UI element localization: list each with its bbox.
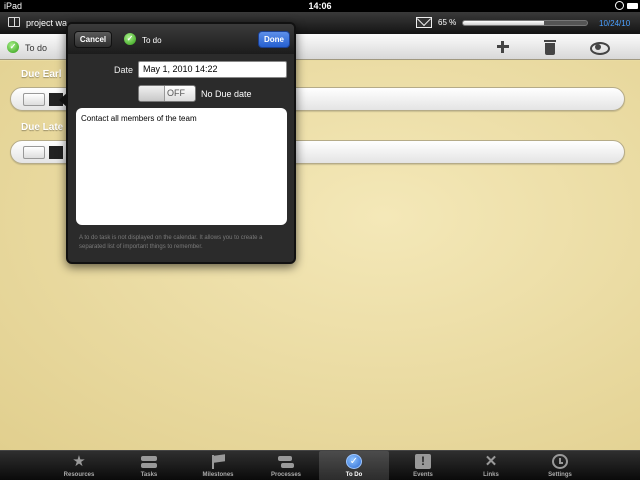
tab-label: Processes [270,472,302,478]
trash-icon[interactable] [541,38,559,56]
project-date[interactable]: 10/24/10 [599,19,630,28]
clock-icon [552,454,568,469]
status-bar: iPad 14:06 [0,0,640,12]
book-icon[interactable] [8,17,20,27]
popover-title: To do [142,36,162,45]
eye-icon[interactable] [589,38,610,56]
tab-bar: ★ Resources Tasks Milestones Processes ✓… [0,450,640,480]
tab-links[interactable]: ✕ Links [456,451,526,480]
add-icon[interactable] [494,38,512,56]
events-icon: ! [415,454,431,469]
todo-checkbox[interactable] [23,146,45,159]
todo-icon: ✓ [346,454,362,469]
star-icon: ★ [72,453,86,470]
no-due-date-label: No Due date [201,89,252,99]
tab-label: Links [483,472,499,478]
no-due-date-toggle[interactable]: OFF [138,85,196,102]
tab-label: Milestones [202,472,234,478]
tab-events[interactable]: ! Events [388,451,458,480]
tasks-icon [141,454,157,469]
tab-resources[interactable]: ★ Resources [44,451,114,480]
todo-edit-popover: Cancel ✓ To do Done Date May 1, 2010 14:… [59,22,296,264]
tab-milestones[interactable]: Milestones [183,451,253,480]
check-icon: ✓ [7,41,19,53]
tab-label: Tasks [140,472,158,478]
section-header-due-earlier: Due Earl [21,69,62,80]
project-title[interactable]: project wa [26,18,67,28]
processes-icon [278,454,294,469]
flag-icon [210,454,226,469]
project-progress-bar [462,20,588,26]
date-field[interactable]: May 1, 2010 14:22 [138,61,287,78]
section-header-due-later: Due Late [21,122,64,133]
links-icon: ✕ [484,453,498,470]
tab-processes[interactable]: Processes [251,451,321,480]
rotation-lock-icon [615,1,624,10]
toggle-knob[interactable] [139,86,165,101]
tab-settings[interactable]: Settings [525,451,595,480]
tab-label: Settings [548,472,572,478]
date-label: Date [114,65,134,75]
check-icon: ✓ [124,33,136,45]
tab-label: Events [413,472,433,478]
tab-label: To Do [345,472,363,478]
popover-header: Cancel ✓ To do Done [68,24,294,54]
progress-percent: 65 % [438,18,457,27]
cancel-button[interactable]: Cancel [74,31,112,48]
help-text: A to do task is not displayed on the cal… [79,235,263,250]
color-swatch [49,146,63,159]
battery-icon [627,3,638,9]
toggle-state-label: OFF [167,88,185,98]
tab-todo[interactable]: ✓ To Do [319,451,389,480]
todo-checkbox[interactable] [23,93,45,106]
tab-label: Resources [63,472,95,478]
popover-arrow [59,92,68,108]
progress-fill [463,21,544,25]
clock-time: 14:06 [308,1,332,11]
note-textarea[interactable]: Contact all members of the team [76,108,287,225]
tab-tasks[interactable]: Tasks [114,451,184,480]
envelope-icon[interactable] [416,17,432,28]
toolbar-title: To do [25,43,48,53]
done-button[interactable]: Done [258,31,290,48]
